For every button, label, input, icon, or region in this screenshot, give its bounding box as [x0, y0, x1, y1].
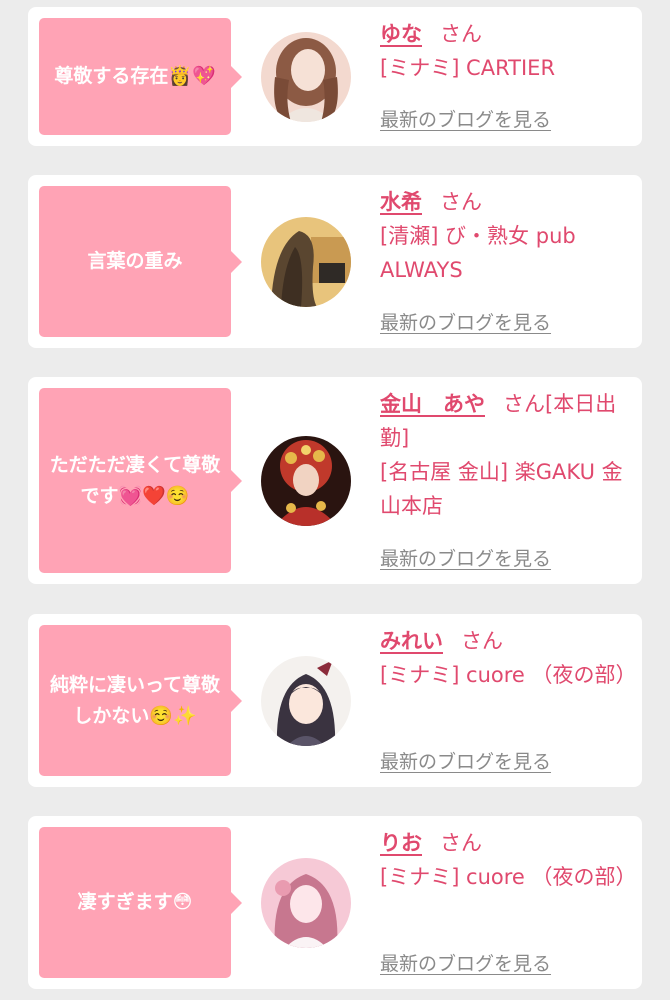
user-info: りお さん [ミナミ] cuore （夜の部） — [380, 826, 637, 894]
review-card: 凄すぎます😳 りお さん [ミナミ] cuore （夜の部） 最新のブログを見る — [28, 816, 642, 989]
avatar[interactable] — [261, 436, 351, 526]
message-bubble: 尊敬する存在👸💖 — [39, 18, 242, 135]
user-name-link[interactable]: りお — [380, 831, 422, 855]
message-text: 尊敬する存在👸💖 — [54, 65, 216, 87]
user-info: 水希 さん [清瀬] び・熟女 pub ALWAYS — [380, 185, 632, 287]
message-text: ただただ凄くて尊敬です💓❤️☺️ — [49, 453, 221, 507]
avatar[interactable] — [261, 217, 351, 307]
user-info: みれい さん [ミナミ] cuore （夜の部） — [380, 624, 637, 692]
avatar[interactable] — [261, 656, 351, 746]
honorific: さん — [440, 831, 482, 855]
shop-name: [ミナミ] CARTIER — [380, 56, 556, 80]
user-info: ゆな さん [ミナミ] CARTIER — [380, 17, 632, 85]
review-card: ただただ凄くて尊敬です💓❤️☺️ 金山 あや さん[本日出勤] [名古屋 金山] … — [28, 377, 642, 584]
latest-blog-link[interactable]: 最新のブログを見る — [380, 308, 551, 335]
message-bubble: ただただ凄くて尊敬です💓❤️☺️ — [39, 388, 242, 573]
message-bubble: 言葉の重み — [39, 186, 242, 337]
message-text: 凄すぎます😳 — [77, 891, 193, 913]
user-name-link[interactable]: 水希 — [380, 190, 422, 214]
user-name-link[interactable]: 金山 あや — [380, 392, 485, 416]
review-card: 言葉の重み 水希 さん [清瀬] び・熟女 pub ALWAYS 最新のブログを見… — [28, 175, 642, 348]
shop-name: [ミナミ] cuore （夜の部） — [380, 865, 637, 889]
review-card: 尊敬する存在👸💖 ゆな さん [ミナミ] CARTIER 最新のブログを見る — [28, 7, 642, 146]
shop-name: [清瀬] び・熟女 pub ALWAYS — [380, 224, 576, 282]
honorific: さん — [440, 190, 482, 214]
message-bubble: 凄すぎます😳 — [39, 827, 242, 978]
avatar[interactable] — [261, 32, 351, 122]
honorific: さん — [440, 22, 482, 46]
latest-blog-link[interactable]: 最新のブログを見る — [380, 544, 551, 571]
message-text: 純粋に凄いって尊敬しかない☺️✨ — [49, 673, 221, 727]
message-bubble: 純粋に凄いって尊敬しかない☺️✨ — [39, 625, 242, 776]
latest-blog-link[interactable]: 最新のブログを見る — [380, 949, 551, 976]
user-info: 金山 あや さん[本日出勤] [名古屋 金山] 楽GAKU 金山本店 — [380, 387, 632, 523]
message-text: 言葉の重み — [87, 250, 183, 272]
user-name-link[interactable]: ゆな — [380, 22, 422, 46]
latest-blog-link[interactable]: 最新のブログを見る — [380, 747, 551, 774]
review-card: 純粋に凄いって尊敬しかない☺️✨ みれい さん [ミナミ] cuore （夜の部）… — [28, 614, 642, 787]
avatar[interactable] — [261, 858, 351, 948]
honorific: さん — [461, 629, 503, 653]
shop-name: [名古屋 金山] 楽GAKU 金山本店 — [380, 460, 623, 518]
shop-name: [ミナミ] cuore （夜の部） — [380, 663, 637, 687]
latest-blog-link[interactable]: 最新のブログを見る — [380, 105, 551, 132]
user-name-link[interactable]: みれい — [380, 629, 443, 653]
